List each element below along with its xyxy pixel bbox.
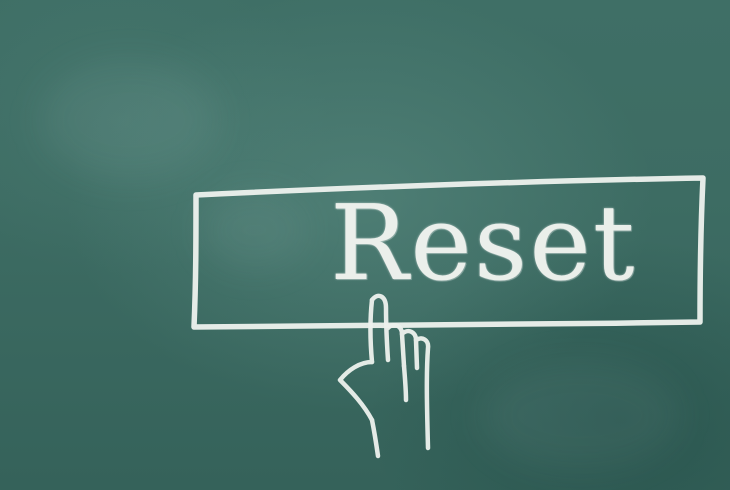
pointing-hand-icon (337, 293, 431, 459)
reset-label: Reset (330, 182, 637, 304)
chalkboard-background: Reset (0, 0, 730, 490)
